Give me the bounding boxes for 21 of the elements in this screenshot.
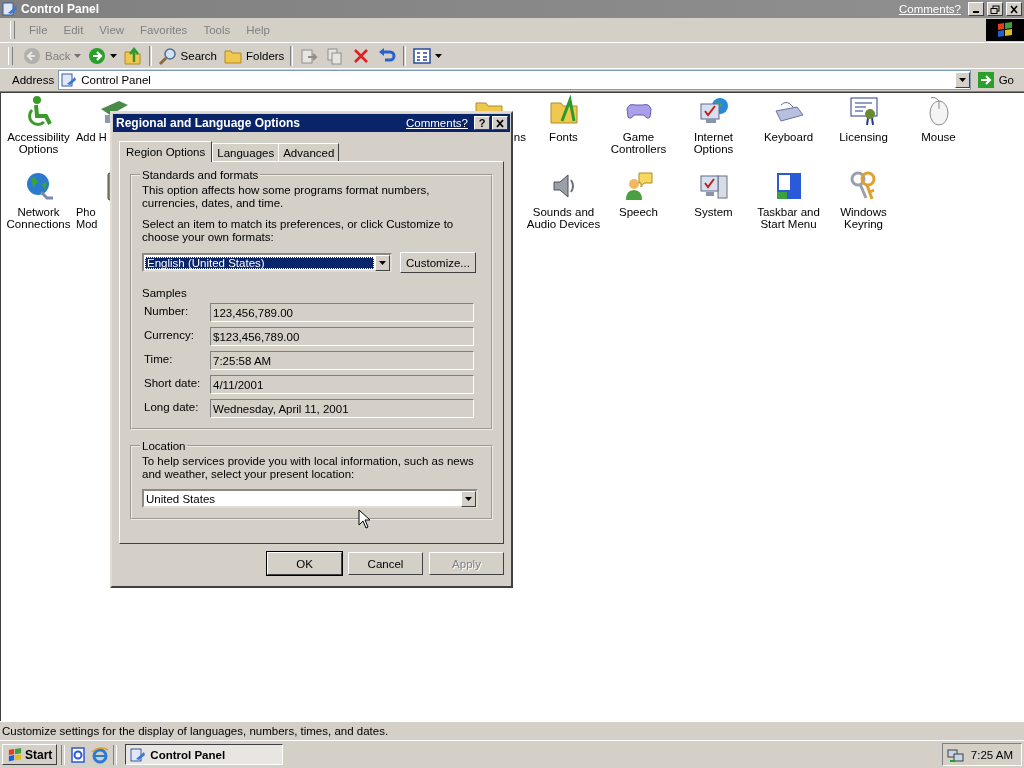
window-title: Control Panel — [21, 2, 100, 16]
sample-field: 123,456,789.00 — [210, 303, 474, 322]
sample-field: $123,456,789.00 — [210, 327, 474, 346]
status-bar: Customize settings for the display of languages, numbers, times, and dates. — [0, 721, 1024, 740]
field-label: Short date: — [143, 376, 202, 389]
address-label: Address — [12, 74, 55, 86]
description-text: To help services provide you with local information, such as news and weather, select your present location: — [142, 455, 475, 481]
field-label: Long date: — [143, 400, 200, 413]
sample-field: Wednesday, April 11, 2001 — [210, 399, 474, 418]
sample-field: 7:25:58 AM — [210, 351, 474, 370]
field-label: Currency: — [143, 328, 195, 341]
description-text: This option affects how some programs format numbers, currencies, dates, and time. — [142, 184, 431, 210]
sample-field: 4/11/2001 — [210, 375, 474, 394]
clock: 7:25 AM — [970, 748, 1013, 761]
field-label: Time: — [143, 352, 174, 365]
field-label: Number: — [143, 304, 190, 317]
group-label: Location — [141, 440, 187, 452]
group-label: Standards and formats — [141, 169, 260, 181]
samples-heading: Samples — [142, 287, 188, 299]
dialog-title: Regional and Language Options — [116, 116, 301, 130]
prompt-text: Select an item to match its preferences, or click Customize to choose your own formats: — [142, 218, 455, 244]
